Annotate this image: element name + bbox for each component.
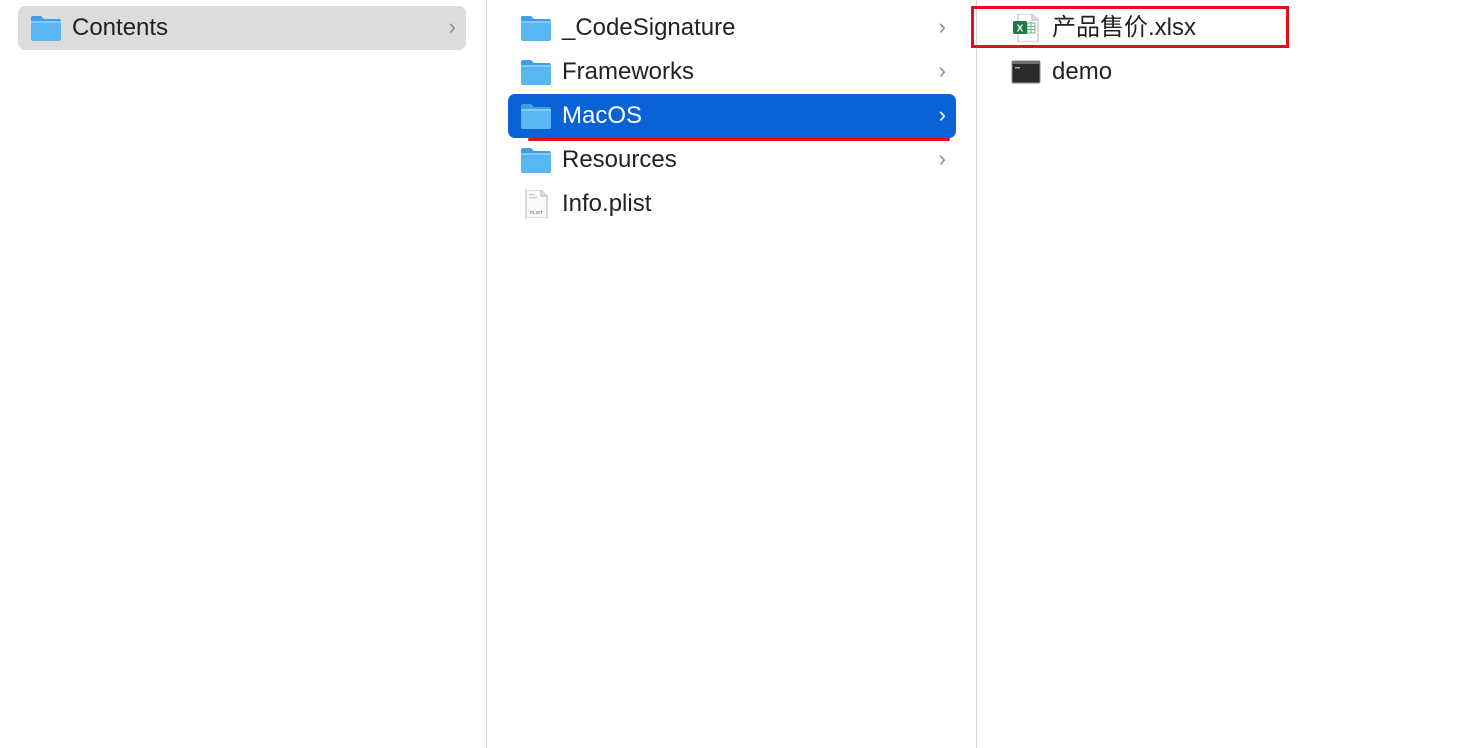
highlight-box <box>971 6 1289 48</box>
chevron-right-icon: › <box>938 14 946 39</box>
plist-file-icon: PLIST <box>525 190 548 218</box>
folder-row-resources[interactable]: Resources › <box>508 138 956 182</box>
folder-icon <box>521 16 551 41</box>
chevron-right-icon: › <box>938 58 946 83</box>
highlight-underline <box>528 138 950 141</box>
folder-row-frameworks[interactable]: Frameworks › <box>508 50 956 94</box>
item-label: Resources <box>562 146 677 173</box>
item-label: demo <box>1052 58 1113 85</box>
folder-row-contents[interactable]: Contents › <box>18 6 466 50</box>
plist-badge: PLIST <box>530 210 543 215</box>
chevron-right-icon: › <box>448 14 456 39</box>
item-label: MacOS <box>562 102 643 129</box>
column-macos-contents: X 产品售价.xlsx demo <box>977 0 1460 748</box>
folder-row-macos[interactable]: MacOS › <box>508 94 956 138</box>
file-row-demo[interactable]: demo <box>999 50 1299 94</box>
item-label: Info.plist <box>562 190 652 217</box>
folder-icon <box>521 104 551 129</box>
folder-icon <box>521 148 551 173</box>
item-label: Contents <box>72 14 169 41</box>
folder-icon <box>521 60 551 85</box>
item-label: _CodeSignature <box>562 14 736 41</box>
terminal-executable-icon <box>1011 60 1041 84</box>
column-contents: Contents › <box>0 0 486 748</box>
folder-icon <box>31 16 61 41</box>
file-row-info-plist[interactable]: PLIST Info.plist <box>508 182 956 226</box>
chevron-right-icon: › <box>938 146 946 171</box>
chevron-right-icon: › <box>938 102 946 127</box>
folder-row-codesignature[interactable]: _CodeSignature › <box>508 6 956 50</box>
item-label: Frameworks <box>562 58 695 85</box>
column-app-contents: _CodeSignature › Frameworks › MacOS › Re… <box>487 0 976 748</box>
